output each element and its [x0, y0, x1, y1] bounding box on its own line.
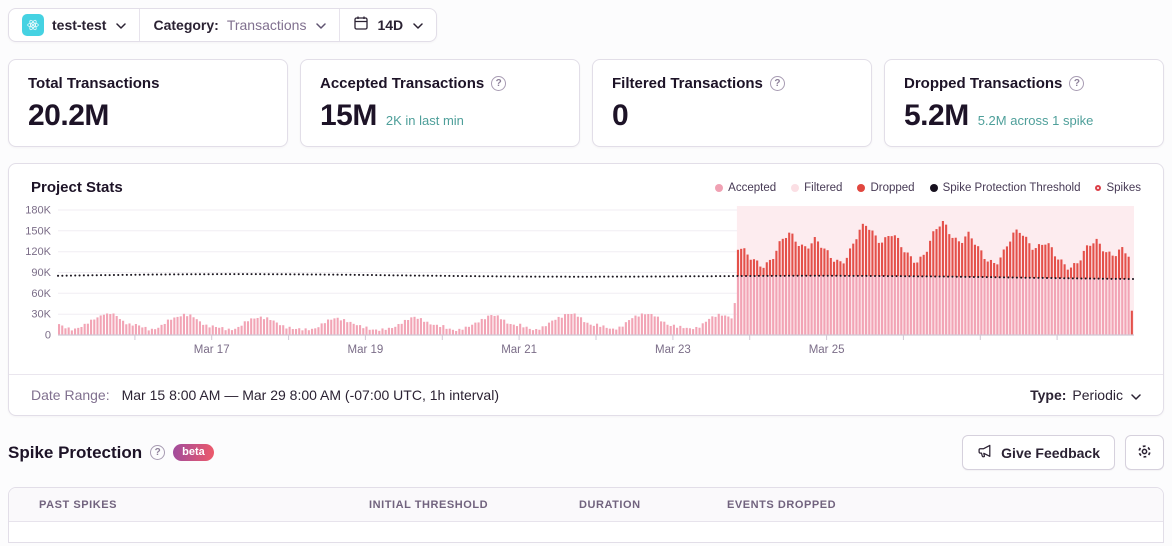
filter-bar: test-test Category: Transactions 14D — [8, 8, 438, 42]
table-header-row: PAST SPIKES INITIAL THRESHOLD DURATION EVEN… — [9, 488, 1163, 522]
project-avatar-icon — [22, 14, 44, 36]
svg-text:120K: 120K — [25, 246, 51, 258]
chevron-down-icon — [413, 16, 423, 34]
settings-button[interactable] — [1125, 435, 1164, 470]
help-icon[interactable] — [491, 76, 507, 91]
legend-dot-icon — [929, 183, 938, 192]
legend-label: Dropped — [870, 181, 915, 194]
table-column-header: EVENTS DROPPED — [727, 499, 837, 511]
legend-item[interactable]: Accepted — [715, 182, 776, 194]
type-value: Periodic — [1072, 387, 1123, 403]
legend-label: Spike Protection Threshold — [942, 181, 1081, 194]
svg-text:150K: 150K — [25, 225, 51, 237]
category-label: Category: — [153, 17, 219, 33]
spike-protection-section: Spike Protection beta Give Feedback — [8, 435, 1164, 470]
chart-footer: Date Range: Mar 15 8:00 AM — Mar 29 8:00… — [9, 374, 1163, 415]
chevron-down-icon — [1131, 387, 1141, 403]
svg-text:60K: 60K — [31, 288, 51, 300]
table-column-header: INITIAL THRESHOLD — [369, 499, 489, 511]
page: test-test Category: Transactions 14D Tot… — [0, 0, 1172, 546]
legend-label: Accepted — [728, 181, 777, 194]
svg-text:30K: 30K — [31, 309, 51, 321]
stat-card-value: 20.2M — [28, 99, 109, 132]
date-range-footer-value: Mar 15 8:00 AM — Mar 29 8:00 AM (-07:00 … — [121, 387, 499, 403]
project-selector[interactable]: test-test — [9, 9, 139, 41]
date-range-value: 14D — [377, 17, 404, 33]
calendar-icon — [353, 15, 369, 36]
legend-label: Filtered — [804, 181, 843, 194]
spike-protection-title: Spike Protection — [8, 442, 143, 462]
svg-text:Mar 25: Mar 25 — [809, 344, 845, 356]
legend-item[interactable]: Filtered — [791, 182, 842, 194]
stat-card-value: 15M — [320, 99, 377, 132]
svg-text:Mar 17: Mar 17 — [194, 344, 230, 356]
svg-text:180K: 180K — [25, 205, 51, 217]
help-icon[interactable] — [1069, 76, 1085, 91]
project-name: test-test — [52, 17, 107, 33]
type-selector[interactable]: Type: Periodic — [1030, 387, 1141, 403]
stat-card: Dropped Transactions 5.2M 5.2M across 1 sp… — [884, 59, 1164, 147]
stat-card-title: Filtered Transactions — [612, 75, 763, 92]
help-icon[interactable] — [150, 445, 166, 460]
stat-card-title: Accepted Transactions — [320, 75, 485, 92]
legend-item[interactable]: Spikes — [1095, 182, 1141, 194]
legend-dot-icon — [1095, 184, 1102, 191]
svg-text:Mar 23: Mar 23 — [655, 344, 691, 356]
svg-text:Mar 19: Mar 19 — [348, 344, 384, 356]
stat-card: Total Transactions 20.2M — [8, 59, 288, 147]
stat-card-title: Dropped Transactions — [904, 75, 1063, 92]
table-column-header: DURATION — [579, 499, 641, 511]
stat-card-value: 5.2M — [904, 99, 969, 132]
past-spikes-table: PAST SPIKES INITIAL THRESHOLD DURATION EVEN… — [8, 487, 1164, 543]
megaphone-icon — [977, 443, 993, 462]
stat-card-subtext: 5.2M across 1 spike — [977, 113, 1094, 128]
legend-dot-icon — [857, 183, 866, 192]
date-range-footer-label: Date Range: — [31, 387, 110, 403]
stat-card-value: 0 — [612, 99, 629, 132]
table-row[interactable] — [9, 522, 1163, 542]
date-range-selector[interactable]: 14D — [339, 9, 436, 41]
give-feedback-label: Give Feedback — [1001, 444, 1100, 461]
legend-item[interactable]: Spike Protection Threshold — [929, 181, 1081, 194]
legend-label: Spikes — [1106, 181, 1141, 194]
svg-text:90K: 90K — [31, 267, 51, 279]
chevron-down-icon — [316, 16, 327, 34]
svg-text:0: 0 — [45, 330, 51, 342]
legend-item[interactable]: Dropped — [857, 181, 915, 194]
project-stats-chart[interactable]: 180K 150K 120K 90K 60K 30K 0 Mar 17 Mar 19 Mar 21… — [9, 202, 1163, 374]
chart-legend: Accepted Filtered Dropped Spike Protection … — [715, 182, 1141, 194]
category-value: Transactions — [226, 17, 307, 33]
gear-icon — [1136, 443, 1153, 463]
chevron-down-icon — [116, 16, 127, 34]
type-label: Type: — [1030, 387, 1067, 403]
stat-card-subtext: 2K in last min — [385, 113, 464, 128]
project-stats-panel: Project Stats Accepted Filtered Dropped Spi… — [8, 163, 1164, 416]
give-feedback-button[interactable]: Give Feedback — [962, 435, 1115, 470]
help-icon[interactable] — [769, 76, 785, 91]
svg-text:Mar 21: Mar 21 — [501, 344, 537, 356]
project-stats-header: Project Stats Accepted Filtered Dropped Spi… — [9, 164, 1163, 198]
stat-card: Accepted Transactions 15M 2K in last min — [300, 59, 580, 147]
legend-dot-icon — [791, 183, 800, 192]
stat-card: Filtered Transactions 0 — [592, 59, 872, 147]
legend-dot-icon — [715, 183, 724, 192]
table-column-header: PAST SPIKES — [39, 499, 117, 511]
stat-card-title: Total Transactions — [28, 75, 160, 92]
panel-title: Project Stats — [31, 179, 123, 196]
category-selector[interactable]: Category: Transactions — [139, 9, 339, 41]
beta-badge: beta — [173, 444, 214, 461]
stat-cards: Total Transactions 20.2M Accepted Transact… — [8, 59, 1164, 147]
